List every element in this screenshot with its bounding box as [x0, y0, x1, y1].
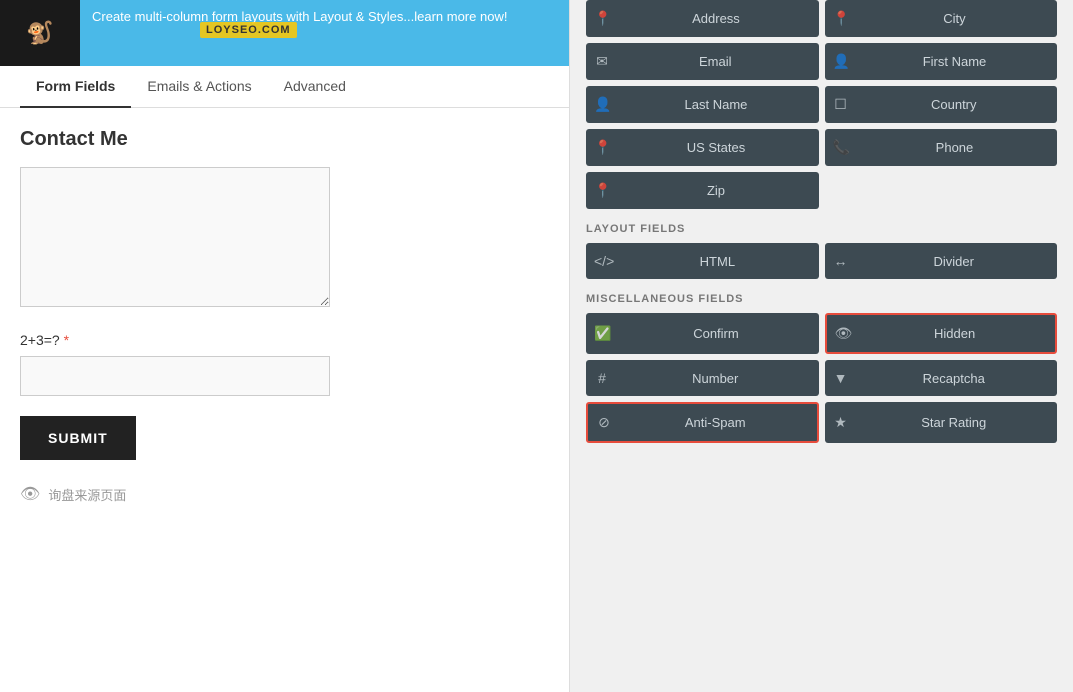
- notification-bar[interactable]: Create multi-column form layouts with La…: [80, 0, 569, 66]
- location-icon: 📍: [594, 10, 611, 27]
- field-btn-email[interactable]: ✉ Email: [586, 43, 819, 80]
- tab-advanced[interactable]: Advanced: [268, 66, 362, 108]
- field-btn-first-name[interactable]: 👤 First Name: [825, 43, 1058, 80]
- field-btn-us-states[interactable]: 📍 US States: [586, 129, 819, 166]
- field-btn-confirm[interactable]: ✅ Confirm: [586, 313, 819, 354]
- ban-icon: ⊘: [596, 414, 612, 431]
- checkbox-icon: ☐: [833, 96, 849, 113]
- field-btn-zip[interactable]: 📍 Zip: [586, 172, 819, 209]
- field-btn-city[interactable]: 📍 City: [825, 0, 1058, 37]
- message-textarea[interactable]: [20, 167, 330, 307]
- submit-button[interactable]: SUBMIT: [20, 416, 136, 460]
- form-content: Contact Me 2+3=? * SUBMIT 👁 询盘来源页面: [0, 108, 569, 692]
- layout-fields-label: LAYOUT FIELDS: [586, 223, 1057, 235]
- user-icon: 👤: [833, 53, 850, 70]
- field-btn-last-name[interactable]: 👤 Last Name: [586, 86, 819, 123]
- eye-icon: 👁: [835, 325, 853, 342]
- field-btn-recaptcha[interactable]: ▼ Recaptcha: [825, 360, 1058, 396]
- field-btn-star-rating[interactable]: ★ Star Rating: [825, 402, 1058, 443]
- location-icon: 📍: [594, 139, 611, 156]
- form-footer: 👁 询盘来源页面: [20, 484, 549, 504]
- layout-fields-grid: </> HTML ↔ Divider: [586, 243, 1057, 279]
- standard-fields-grid: 📍 Address 📍 City ✉ Email 👤 First Name 👤 …: [586, 0, 1057, 209]
- divider-icon: ↔: [833, 253, 849, 269]
- tab-form-fields[interactable]: Form Fields: [20, 66, 131, 108]
- field-btn-number[interactable]: # Number: [586, 360, 819, 396]
- captcha-label: 2+3=? *: [20, 332, 549, 348]
- field-btn-address[interactable]: 📍 Address: [586, 0, 819, 37]
- footer-text: 询盘来源页面: [48, 485, 126, 504]
- captcha-input[interactable]: [20, 356, 330, 396]
- field-btn-hidden[interactable]: 👁 Hidden: [825, 313, 1058, 354]
- field-btn-country[interactable]: ☐ Country: [825, 86, 1058, 123]
- eye-icon: 👁: [20, 484, 40, 504]
- hash-icon: #: [594, 370, 610, 386]
- email-icon: ✉: [594, 53, 610, 70]
- left-panel: 🐒 Create multi-column form layouts with …: [0, 0, 570, 692]
- field-btn-html[interactable]: </> HTML: [586, 243, 819, 279]
- watermark: LOYSEO.COM: [200, 22, 297, 38]
- monkey-logo: 🐒: [15, 8, 65, 58]
- misc-fields-grid: ✅ Confirm 👁 Hidden # Number ▼ Recaptcha …: [586, 313, 1057, 443]
- phone-icon: 📞: [833, 139, 850, 156]
- right-panel: 📍 Address 📍 City ✉ Email 👤 First Name 👤 …: [570, 0, 1073, 692]
- field-btn-divider[interactable]: ↔ Divider: [825, 243, 1058, 279]
- field-btn-phone[interactable]: 📞 Phone: [825, 129, 1058, 166]
- confirm-icon: ✅: [594, 325, 611, 342]
- tab-emails-actions[interactable]: Emails & Actions: [131, 66, 267, 108]
- misc-fields-label: MISCELLANEOUS FIELDS: [586, 293, 1057, 305]
- field-btn-anti-spam[interactable]: ⊘ Anti-Spam: [586, 402, 819, 443]
- star-icon: ★: [833, 414, 849, 431]
- captcha-required: *: [64, 332, 69, 348]
- tabs-container: Form Fields Emails & Actions Advanced: [0, 66, 569, 108]
- code-icon: </>: [594, 253, 614, 269]
- filter-icon: ▼: [833, 370, 849, 386]
- page-title: Contact Me: [20, 128, 549, 151]
- notification-text: Create multi-column form layouts with La…: [92, 8, 557, 26]
- location-icon: 📍: [833, 10, 850, 27]
- location-icon: 📍: [594, 182, 611, 199]
- user-icon: 👤: [594, 96, 611, 113]
